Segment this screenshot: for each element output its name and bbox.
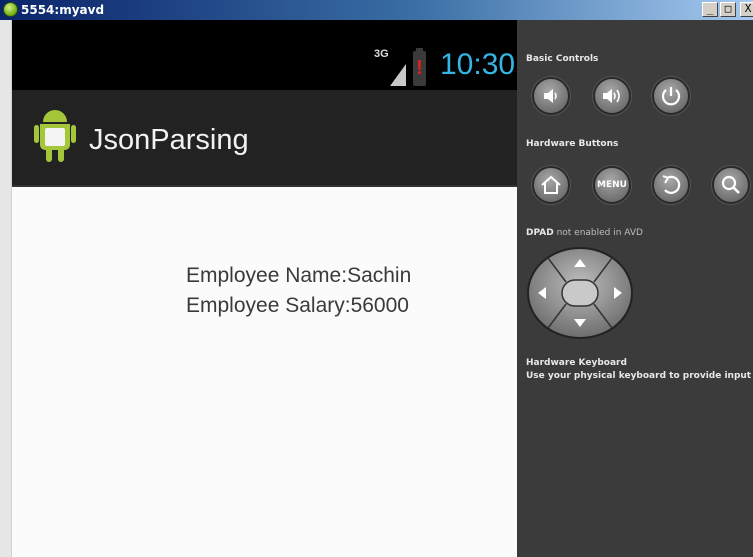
hardware-keyboard-description: Use your physical keyboard to provide in… [526,371,752,381]
hardware-keyboard-label: Hardware Keyboard [526,358,627,368]
home-icon [541,175,561,194]
basic-controls-label: Basic Controls [526,54,599,64]
dpad-label-rest: not enabled in AVD [556,228,643,238]
dpad[interactable] [526,246,634,341]
volume-down-icon [544,89,557,103]
close-button[interactable]: X [740,2,753,17]
minimize-button[interactable]: _ [702,2,718,17]
volume-down-button[interactable] [532,77,570,115]
window-left-border [0,20,12,557]
back-icon [662,175,681,194]
home-button[interactable] [532,166,570,204]
menu-button-label: MENU [597,180,627,190]
hardware-buttons-label: Hardware Buttons [526,139,619,149]
volume-up-button[interactable] [593,77,631,115]
power-button[interactable] [652,77,690,115]
status-time: 10:30 [440,48,516,81]
android-app-icon[interactable] [34,110,76,164]
back-button[interactable] [652,166,690,204]
window-titlebar[interactable]: 5554:myavd _ □ X [0,0,753,20]
network-type-label: 3G [374,48,389,60]
action-bar: JsonParsing [12,90,517,187]
menu-button[interactable]: MENU [593,166,631,204]
emulator-control-panel: Basic Controls Hardware Buttons MENU DPA… [517,20,753,557]
search-button[interactable] [712,166,750,204]
signal-strength-icon [390,64,406,86]
dpad-label: DPAD not enabled in AVD [526,228,643,238]
power-icon [661,87,681,106]
search-icon [721,175,740,194]
main-content: Employee Name:Sachin Employee Salary:560… [12,187,517,557]
employee-name-text: Employee Name:Sachin [186,264,412,287]
employee-salary-text: Employee Salary:56000 [186,294,409,317]
window-title: 5554:myavd [21,3,105,17]
device-screen[interactable]: 3G ! 10:30 JsonParsing Employee Name:Sac… [12,20,517,557]
status-bar: 3G ! 10:30 [12,20,517,90]
maximize-button[interactable]: □ [720,2,736,17]
volume-up-icon [603,89,620,103]
emulator-app-icon [3,2,18,17]
app-title: JsonParsing [89,124,249,156]
battery-alert-icon: ! [416,57,423,79]
dpad-label-bold: DPAD [526,228,554,238]
